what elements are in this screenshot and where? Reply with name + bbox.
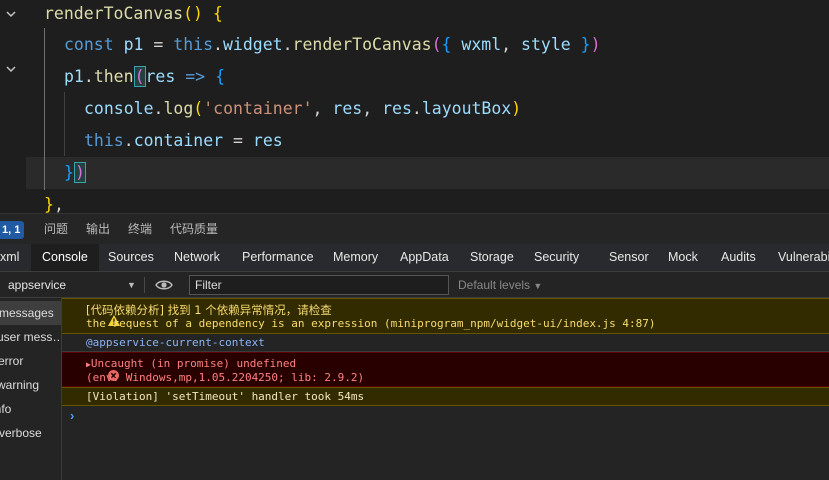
error-summary: Uncaught (in promise) undefined <box>90 357 297 370</box>
violation-message[interactable]: [Violation] 'setTimeout' handler took 54… <box>62 387 829 406</box>
log-levels-dropdown[interactable]: Default levels ▼ <box>458 272 542 298</box>
code-editor[interactable]: renderToCanvas() { const p1 = this.widge… <box>0 0 829 213</box>
tab-network[interactable]: Network <box>163 244 231 271</box>
warning-detail: the request of a dependency is an expres… <box>86 317 656 330</box>
indent-guide <box>64 92 65 156</box>
context-selector[interactable]: appservice <box>8 272 66 298</box>
tab-console[interactable]: Console <box>31 244 99 271</box>
sidebar-item-label: user mess… <box>0 330 62 344</box>
code-line: renderToCanvas() { <box>44 4 223 23</box>
caret-down-icon[interactable]: ▼ <box>127 272 136 298</box>
sidebar-item-verbose[interactable]: verbose <box>0 421 61 445</box>
console-toolbar: appservice ▼ Default levels ▼ <box>0 272 829 298</box>
tab-vulnerability[interactable]: Vulnerabi <box>767 244 829 271</box>
context-message[interactable]: @appservice-current-context <box>62 334 829 352</box>
sidebar-item-label: error <box>0 354 24 368</box>
tab-code-quality[interactable]: 代码质量 <box>170 214 218 245</box>
tab-mock[interactable]: Mock <box>657 244 709 271</box>
console-prompt-icon[interactable]: › <box>70 408 74 423</box>
warning-text: [代码依赖分析] 找到 1 个依赖异常情况，请检查 <box>86 303 332 317</box>
code-line: this.container = res <box>84 131 283 150</box>
violation-text: [Violation] 'setTimeout' handler took 54… <box>86 390 365 403</box>
console-sidebar: messages user mess… error warning info v… <box>0 298 62 480</box>
tab-security[interactable]: Security <box>523 244 590 271</box>
sidebar-item-warnings[interactable]: warning <box>0 373 61 397</box>
sidebar-item-info[interactable]: info <box>0 397 61 421</box>
console-warning-message[interactable]: [代码依赖分析] 找到 1 个依赖异常情况，请检查 the request of… <box>62 298 829 334</box>
panel-tab-bar: 1, 1 问题 输出 终端 代码质量 <box>0 213 829 244</box>
log-levels-label: Default levels <box>458 278 531 292</box>
tab-performance[interactable]: Performance <box>231 244 325 271</box>
devtools-tab-bar: xml Console Sources Network Performance … <box>0 244 829 272</box>
sidebar-item-messages[interactable]: messages <box>0 301 61 325</box>
tab-sources[interactable]: Sources <box>97 244 165 271</box>
sidebar-item-user-messages[interactable]: user mess… <box>0 325 62 349</box>
cursor-position-badge: 1, 1 <box>0 221 25 239</box>
tab-storage[interactable]: Storage <box>459 244 525 271</box>
indent-guide <box>44 28 45 190</box>
editor-gutter <box>0 0 26 213</box>
toolbar-divider <box>144 277 145 293</box>
caret-down-icon: ▼ <box>533 281 543 291</box>
chevron-down-icon[interactable] <box>4 7 18 21</box>
tab-terminal[interactable]: 终端 <box>128 214 152 245</box>
tab-output[interactable]: 输出 <box>86 214 110 245</box>
sidebar-item-errors[interactable]: error <box>0 349 61 373</box>
console-error-message[interactable]: ▶Uncaught (in promise) undefined (env: W… <box>62 352 829 387</box>
tab-problems[interactable]: 问题 <box>44 214 68 245</box>
tab-audits[interactable]: Audits <box>710 244 767 271</box>
context-link[interactable]: @appservice-current-context <box>86 334 265 351</box>
error-text[interactable]: ▶Uncaught (in promise) undefined <box>86 357 296 370</box>
code-line: }) <box>64 162 86 183</box>
sidebar-item-label: verbose <box>0 426 42 440</box>
tab-appdata[interactable]: AppData <box>389 244 460 271</box>
filter-input[interactable] <box>189 275 449 295</box>
sidebar-item-label: info <box>0 402 12 416</box>
code-line: const p1 = this.widget.renderToCanvas({ … <box>64 35 601 54</box>
tab-memory[interactable]: Memory <box>322 244 389 271</box>
error-env: (env: Windows,mp,1.05.2204250; lib: 2.9.… <box>86 371 365 384</box>
chevron-down-icon[interactable] <box>4 62 18 76</box>
eye-icon[interactable] <box>155 278 173 297</box>
sidebar-item-label: messages <box>0 306 54 320</box>
code-line: p1.then(res => { <box>64 66 225 87</box>
tab-wxml[interactable]: xml <box>0 244 30 271</box>
current-line-highlight <box>26 157 829 189</box>
tab-sensor[interactable]: Sensor <box>598 244 660 271</box>
code-line: console.log('container', res, res.layout… <box>84 99 522 118</box>
code-line: }, <box>44 195 64 213</box>
sidebar-item-label: warning <box>0 378 40 392</box>
console-output[interactable]: [代码依赖分析] 找到 1 个依赖异常情况，请检查 the request of… <box>62 298 829 480</box>
